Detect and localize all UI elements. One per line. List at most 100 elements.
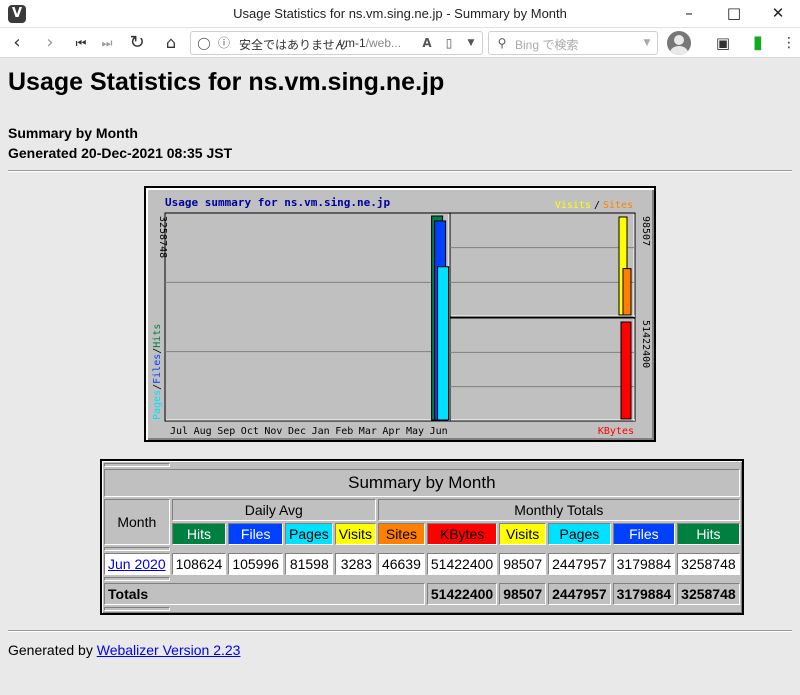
translate-icon[interactable]: A: [419, 35, 435, 51]
spacer-cell: [172, 577, 740, 581]
month-label: Jan: [312, 426, 330, 437]
right-bottom-axis-max: 51422400: [640, 320, 651, 368]
footer: Generated by Webalizer Version 2.23: [8, 642, 240, 658]
daily-avg-header: Daily Avg: [171, 499, 376, 521]
month-label: Apr: [382, 426, 400, 437]
column-header-hits: Hits: [677, 523, 740, 545]
value-cell: 3258748: [677, 553, 740, 575]
chart-title: Usage summary for ns.vm.sing.ne.jp: [165, 196, 391, 209]
month-header: Month: [104, 499, 170, 545]
bar-kbytes: [620, 321, 632, 420]
search-input[interactable]: Bing で検索: [515, 36, 578, 53]
summary-table: Summary by Month Month Daily Avg Monthly To…: [100, 459, 744, 615]
browser-toolbar: ‹ › ⏮ ⏭ ↻ ⌂ ◯ ⓘ 安全ではありません vm-1/web... A …: [0, 28, 800, 58]
month-label: May: [406, 426, 424, 437]
right-bottom-panel: [449, 317, 636, 422]
rewind-icon[interactable]: ⏮: [68, 31, 94, 55]
column-header-hits: Hits: [171, 523, 227, 545]
close-button[interactable]: ✕: [764, 2, 792, 24]
value-cell: 98507: [499, 553, 547, 575]
dropdown-icon[interactable]: ▼: [463, 35, 479, 51]
axis-label-files: Files: [152, 354, 163, 384]
month-label: Aug: [194, 426, 212, 437]
left-axis-label: Pages/Files/Hits: [152, 324, 163, 420]
column-header-kbytes: KBytes: [426, 523, 498, 545]
profile-icon[interactable]: [667, 31, 691, 55]
total-cell: 98507: [499, 583, 547, 605]
value-cell: 51422400: [426, 553, 498, 575]
total-cell: 3179884: [612, 583, 676, 605]
forward-icon[interactable]: ›: [37, 31, 63, 55]
month-link[interactable]: Jun 2020: [108, 556, 166, 572]
legend-kbytes: KBytes: [598, 426, 634, 437]
monthly-totals-header: Monthly Totals: [377, 499, 740, 521]
spacer-cell: [172, 607, 740, 611]
search-dropdown-icon[interactable]: ▼: [639, 35, 655, 51]
spacer-cell: [104, 547, 170, 551]
month-cell: Jun 2020: [104, 553, 170, 575]
total-cell: 3258748: [677, 583, 740, 605]
total-cell: 2447957: [548, 583, 611, 605]
spacer-cell: [104, 463, 170, 467]
left-panel: [164, 212, 451, 422]
month-label: Dec: [288, 426, 306, 437]
url-path: /web...: [365, 36, 402, 50]
month-label: Sep: [217, 426, 235, 437]
bar-sites: [622, 268, 632, 316]
search-engine-icon[interactable]: ⚲: [494, 35, 510, 51]
column-header-visits: Visits: [334, 523, 376, 545]
column-header-files: Files: [612, 523, 676, 545]
url-text[interactable]: vm-1/web...: [339, 36, 401, 50]
bookmark-icon[interactable]: ▯: [441, 35, 457, 51]
right-top-axis-max: 98507: [640, 216, 651, 246]
webalizer-link[interactable]: Webalizer Version 2.23: [97, 642, 241, 658]
month-label: Mar: [359, 426, 377, 437]
minimize-button[interactable]: –: [675, 2, 703, 24]
spacer-cell: [172, 463, 740, 467]
table-row: Jun 2020 108624 105996 81598 3283 46639 514224…: [104, 553, 740, 575]
legend-separator: /: [594, 200, 600, 211]
column-header-pages: Pages: [285, 523, 333, 545]
security-label: 安全ではありません: [239, 38, 347, 52]
column-header-pages: Pages: [548, 523, 611, 545]
fast-forward-icon[interactable]: ⏭: [94, 31, 120, 55]
axis-label-hits: Hits: [152, 324, 163, 348]
spacer-cell: [104, 577, 170, 581]
shield-icon[interactable]: ◯: [196, 35, 212, 51]
value-cell: 2447957: [548, 553, 611, 575]
reload-icon[interactable]: ↻: [124, 31, 150, 55]
legend-sites: Sites: [603, 200, 633, 211]
totals-label: Totals: [104, 583, 425, 605]
divider: [8, 170, 792, 172]
month-label: Nov: [264, 426, 282, 437]
legend-visits: Visits: [555, 200, 591, 211]
column-header-sites: Sites: [377, 523, 425, 545]
value-cell: 105996: [228, 553, 284, 575]
divider: [8, 630, 792, 632]
window-titlebar: V Usage Statistics for ns.vm.sing.ne.jp …: [0, 0, 800, 28]
total-cell: 51422400: [426, 583, 498, 605]
value-cell: 81598: [285, 553, 333, 575]
column-header-files: Files: [228, 523, 284, 545]
home-icon[interactable]: ⌂: [158, 31, 184, 55]
panel-icon[interactable]: ▮: [745, 31, 771, 55]
generated-date: Generated 20-Dec-2021 08:35 JST: [8, 145, 233, 161]
maximize-button[interactable]: □: [720, 2, 748, 24]
address-bar[interactable]: ◯ ⓘ 安全ではありません vm-1/web... A ▯ ▼: [190, 31, 483, 55]
month-label: Jul: [170, 426, 188, 437]
capture-icon[interactable]: ▣: [710, 31, 736, 55]
value-cell: 108624: [171, 553, 227, 575]
search-bar[interactable]: ⚲ Bing で検索 ▼: [488, 31, 658, 55]
table-caption: Summary by Month: [104, 469, 740, 497]
value-cell: 3283: [334, 553, 376, 575]
menu-icon[interactable]: ⋮: [776, 31, 800, 55]
page-subtitle: Summary by Month: [8, 125, 138, 141]
back-icon[interactable]: ‹: [4, 31, 30, 55]
spacer-cell: [172, 547, 740, 551]
info-icon[interactable]: ⓘ: [216, 35, 232, 51]
spacer-cell: [104, 607, 170, 611]
bar-pages: [437, 266, 450, 421]
page-title: Usage Statistics for ns.vm.sing.ne.jp: [8, 68, 445, 96]
month-label: Jun: [430, 426, 448, 437]
left-axis-max: 3258748: [157, 216, 168, 258]
